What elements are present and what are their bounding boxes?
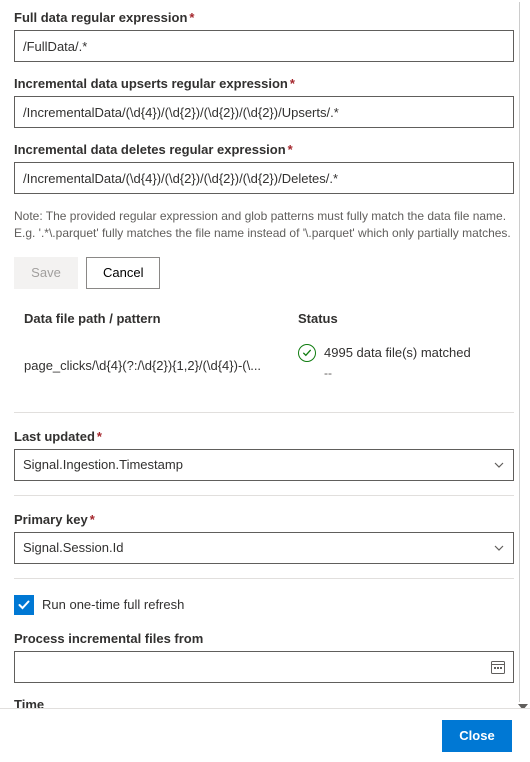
file-table-header: Data file path / pattern Status: [14, 307, 514, 336]
regex-note: Note: The provided regular expression an…: [14, 208, 514, 243]
close-button[interactable]: Close: [442, 720, 512, 752]
full-refresh-checkbox[interactable]: [14, 595, 34, 615]
divider: [14, 412, 514, 413]
chevron-down-icon: [493, 542, 505, 554]
full-data-regex-label: Full data regular expression*: [14, 10, 514, 25]
primary-key-value: Signal.Session.Id: [23, 540, 123, 555]
last-updated-value: Signal.Ingestion.Timestamp: [23, 457, 183, 472]
deletes-regex-input[interactable]: [14, 162, 514, 194]
process-from-input[interactable]: [14, 651, 514, 683]
divider: [14, 578, 514, 579]
deletes-regex-label: Incremental data deletes regular express…: [14, 142, 514, 157]
col-status-header: Status: [288, 311, 504, 326]
full-refresh-label: Run one-time full refresh: [42, 597, 184, 612]
primary-key-label: Primary key*: [14, 512, 514, 527]
status-text: 4995 data file(s) matched: [324, 345, 471, 360]
primary-key-select[interactable]: Signal.Session.Id: [14, 532, 514, 564]
divider: [14, 495, 514, 496]
cancel-button[interactable]: Cancel: [86, 257, 160, 289]
table-row: page_clicks/\d{4}(?:/\d{2}){1,2}/(\d{4})…: [14, 336, 514, 400]
last-updated-select[interactable]: Signal.Ingestion.Timestamp: [14, 449, 514, 481]
last-updated-label: Last updated*: [14, 429, 514, 444]
calendar-icon[interactable]: [490, 659, 506, 675]
process-from-label: Process incremental files from: [14, 631, 514, 646]
scrollbar-track[interactable]: [519, 2, 520, 702]
success-check-icon: [298, 344, 316, 362]
col-path-header: Data file path / pattern: [24, 311, 288, 326]
save-button: Save: [14, 257, 78, 289]
upserts-regex-input[interactable]: [14, 96, 514, 128]
file-path-cell: page_clicks/\d{4}(?:/\d{2}){1,2}/(\d{4})…: [24, 344, 288, 373]
status-sub: --: [298, 366, 504, 380]
full-data-regex-input[interactable]: [14, 30, 514, 62]
upserts-regex-label: Incremental data upserts regular express…: [14, 76, 514, 91]
chevron-down-icon: [493, 459, 505, 471]
panel-footer: Close: [0, 708, 530, 762]
